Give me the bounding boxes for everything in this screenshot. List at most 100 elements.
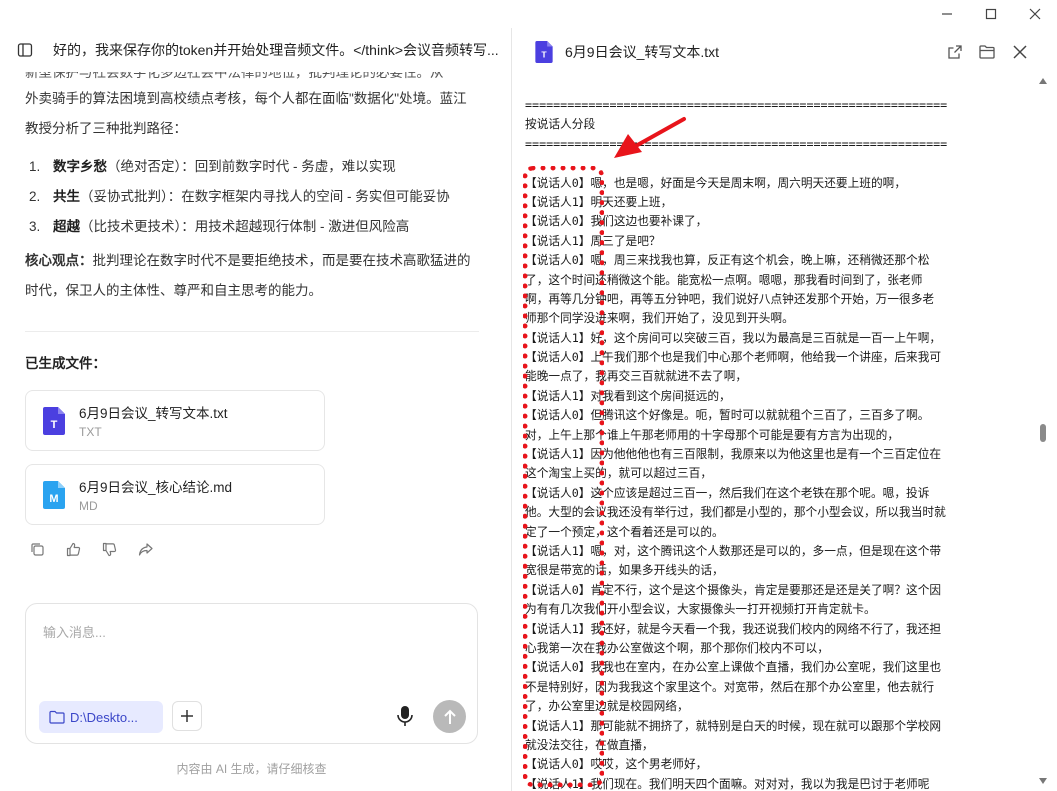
share-icon[interactable] bbox=[138, 542, 153, 557]
transcript-line: 啊，再等几分钟吧，再等五分钟吧，我们说好八点钟还发那个开始，万一很多老 bbox=[525, 291, 935, 306]
maximize-icon bbox=[985, 8, 997, 20]
transcript-line: 【说话人1】周三了是吧？ bbox=[525, 233, 661, 248]
minimize-button[interactable] bbox=[925, 0, 969, 28]
scroll-up-icon[interactable] bbox=[1039, 78, 1047, 84]
clipped-text-line: 新型保护与社会数字化多边社会中法律的地位，批判理论的必要性。从 bbox=[25, 72, 480, 84]
file-type: MD bbox=[79, 499, 98, 513]
scroll-down-icon[interactable] bbox=[1039, 778, 1047, 784]
core-point: 核心观点：批判理论在数字时代不是要拒绝技术，而是要在技术高歌猛进的时代，保卫人的… bbox=[25, 246, 480, 306]
list-item: 3. 超越 （比技术更技术）：用技术超越现行体制 - 激进但风险高 bbox=[25, 212, 480, 242]
transcript-line: 为有有几次我们开小型会议，大家摄像头一打开视频打开肯定就卡。 bbox=[525, 602, 876, 617]
file-card-txt[interactable]: T 6月9日会议_转写文本.txt TXT bbox=[25, 390, 325, 451]
microphone-icon[interactable] bbox=[396, 705, 414, 727]
file-name: 6月9日会议_转写文本.txt bbox=[79, 406, 228, 421]
transcript-line: ========================================… bbox=[525, 98, 948, 112]
transcript-line: 【说话人1】那可能就不拥挤了，就特别是白天的时候，现在就可以跟那个学校网 bbox=[525, 718, 942, 733]
transcript-line: 师那个同学没进来啊，我们开始了，没见到开头啊。 bbox=[525, 311, 794, 326]
file-viewer-pane: T 6月9日会议_转写文本.txt ======================… bbox=[513, 28, 1057, 791]
viewer-header: T 6月9日会议_转写文本.txt bbox=[513, 28, 1057, 76]
close-viewer-icon[interactable] bbox=[1012, 44, 1028, 60]
transcript-line: 【说话人0】这个应该是超过三百一，然后我们在这个老铁在那个呢。嗯，投诉 bbox=[525, 485, 930, 500]
transcript-line: 【说话人0】嗯，也是嗯，好面是今天是周末啊，周六明天还要上班的啊， bbox=[525, 175, 907, 190]
ai-disclaimer: 内容由 AI 生成，请仔细核查 bbox=[176, 762, 327, 776]
md-file-icon: M bbox=[43, 480, 65, 509]
message-input[interactable]: 输入消息... bbox=[43, 622, 106, 641]
svg-text:M: M bbox=[49, 493, 58, 505]
transcript-line: 【说话人0】嗯，周三来找我也算，反正有这个机会，晚上嘛，还稍微还那个松 bbox=[525, 253, 930, 268]
folder-path-text: D:\Deskto... bbox=[70, 709, 138, 725]
vertical-scrollbar-thumb[interactable] bbox=[1040, 424, 1046, 442]
open-external-icon[interactable] bbox=[947, 44, 963, 60]
transcript-line: 【说话人0】我们这边也要补课了， bbox=[525, 214, 708, 229]
approach-list: 1. 数字乡愁 （绝对否定）：回到前数字时代 - 务虚，难以实现 2. 共生 （妥协… bbox=[25, 152, 480, 242]
transcript-line: 宽很是带宽的话，如果多开线头的话， bbox=[525, 563, 724, 578]
copy-icon[interactable] bbox=[30, 542, 45, 557]
list-item-text: （比技术更技术）：用技术超越现行体制 - 激进但风险高 bbox=[80, 219, 410, 234]
transcript-line: 【说话人0】肯定不行，这个是这个摄像头，肯定是要那还是还是关了啊？这个因 bbox=[525, 582, 942, 597]
plus-icon bbox=[181, 710, 193, 722]
transcript-line: 【说话人1】嗯，对，这个腾讯这个人数那还是可以的，多一点，但是现在这个带 bbox=[525, 543, 942, 558]
transcript-line bbox=[525, 154, 1025, 173]
minimize-icon bbox=[942, 13, 952, 15]
transcript-line: 心我第一次在我办公室做这个啊，那个那你们校内不可以， bbox=[525, 640, 829, 655]
transcript-line: 【说话人1】明天还要上班， bbox=[525, 194, 673, 209]
divider bbox=[25, 331, 479, 332]
list-item-text: （妥协式批判）：在数字框架内寻找人的空间 - 务实但可能妥协 bbox=[80, 189, 450, 204]
transcript-line: 定了一个预定，这个看着还是可以的。 bbox=[525, 524, 724, 539]
transcript-line: 【说话人0】哎哎，这个男老师好， bbox=[525, 757, 708, 772]
txt-file-icon: T bbox=[43, 406, 65, 435]
transcript-line: ========================================… bbox=[525, 136, 948, 151]
transcript-line: 能晚一点了，我再交三百就就进不去了啊， bbox=[525, 369, 748, 384]
chat-header: 好的，我来保存你的token并开始处理音频文件。</think>会议音频转写..… bbox=[0, 28, 512, 72]
arrow-up-icon bbox=[443, 709, 456, 724]
transcript-line: 【说话人0】上午我们那个也是我们中心那个老师啊，他给我一个讲座，后来我可 bbox=[525, 350, 942, 365]
sidebar-toggle-icon[interactable] bbox=[17, 42, 33, 58]
file-name: 6月9日会议_核心结论.md bbox=[79, 480, 233, 495]
assistant-message: 新型保护与社会数字化多边社会中法律的地位，批判理论的必要性。从 外卖骑手的算法困… bbox=[25, 72, 480, 306]
chat-pane: 好的，我来保存你的token并开始处理音频文件。</think>会议音频转写..… bbox=[0, 28, 512, 791]
transcript-line: 了，办公室里边就是校园网络， bbox=[525, 699, 689, 714]
clipped-text: 新型保护与社会数字化多边社会中法律的地位，批判理论的必要性。从 bbox=[25, 72, 444, 80]
transcript-line: 【说话人0】但腾讯这个好像是。呃，暂时可以就就租个三百了，三百多了啊。 bbox=[525, 408, 930, 423]
viewer-title: 6月9日会议_转写文本.txt bbox=[565, 44, 720, 60]
transcript-line: 【说话人1】因为他他他也有三百限制，我原来以为他这里也是有一个三百定位在 bbox=[525, 447, 942, 462]
thumbs-down-icon[interactable] bbox=[102, 542, 117, 557]
core-point-text: 批判理论在数字时代不是要拒绝技术，而是要在技术高歌猛进的时代，保卫人的主体性、尊… bbox=[25, 253, 471, 298]
thumbs-up-icon[interactable] bbox=[66, 542, 81, 557]
message-input-box[interactable]: 输入消息... D:\Deskto... bbox=[25, 603, 478, 744]
folder-icon bbox=[49, 710, 65, 724]
add-attachment-button[interactable] bbox=[172, 701, 202, 731]
list-number: 2. bbox=[29, 189, 41, 204]
transcript-line: 【说话人1】我们现在。我们明天四个面嘛。对对对，我以为我是巴讨于老师呢 bbox=[525, 776, 930, 791]
list-item-text: （绝对否定）：回到前数字时代 - 务虚，难以实现 bbox=[107, 159, 396, 174]
list-item-title: 数字乡愁 bbox=[53, 159, 107, 174]
transcript-line: 这个淘宝上买的，就可以超过三百， bbox=[525, 466, 713, 481]
transcript-line: 【说话人1】好，这个房间可以突破三百，我以为最高是三百就是一百一上午啊， bbox=[525, 330, 942, 345]
window-close-button[interactable] bbox=[1013, 0, 1057, 28]
list-item-title: 共生 bbox=[53, 189, 80, 204]
list-item-title: 超越 bbox=[53, 219, 80, 234]
transcript-text: ========================================… bbox=[525, 96, 1025, 791]
txt-file-icon: T bbox=[535, 41, 553, 63]
message-actions bbox=[30, 542, 153, 557]
transcript-line: 【说话人1】我还好，就是今天看一个我，我还说我们校内的网络不行了，我还担 bbox=[525, 621, 942, 636]
generated-files-label: 已生成文件： bbox=[25, 356, 106, 371]
transcript-line: 不是特别好，因为我我这个家里这个。对宽带，然后在那个办公室里，他去就行 bbox=[525, 679, 935, 694]
core-point-label: 核心观点： bbox=[25, 253, 93, 268]
transcript-line: 他。大型的会议我还没有举行过，我们都是小型的，那个小型会议，所以我当时就 bbox=[525, 505, 946, 520]
close-icon bbox=[1029, 8, 1041, 20]
list-number: 3. bbox=[29, 219, 41, 234]
transcript-line: 【说话人1】对我看到这个房间挺远的， bbox=[525, 388, 731, 403]
transcript-line: 就没法交往，在做直播， bbox=[525, 737, 654, 752]
folder-path-chip[interactable]: D:\Deskto... bbox=[39, 701, 163, 733]
file-card-md[interactable]: M 6月9日会议_核心结论.md MD bbox=[25, 464, 325, 525]
send-button[interactable] bbox=[433, 700, 466, 733]
open-folder-icon[interactable] bbox=[979, 44, 995, 60]
window-controls bbox=[925, 0, 1057, 28]
list-number: 1. bbox=[29, 159, 41, 174]
maximize-button[interactable] bbox=[969, 0, 1013, 28]
chat-title: 好的，我来保存你的token并开始处理音频文件。</think>会议音频转写..… bbox=[52, 42, 499, 58]
list-item: 2. 共生 （妥协式批判）：在数字框架内寻找人的空间 - 务实但可能妥协 bbox=[25, 182, 480, 212]
transcript-line: 了，这个时间还稍微这个能。能宽松一点啊。嗯嗯，那我看时间到了，张老师 bbox=[525, 272, 923, 287]
transcript-line: 对，上午上那个谁上午那老师用的十字母那个可能是要有方言为出现的， bbox=[525, 427, 900, 442]
